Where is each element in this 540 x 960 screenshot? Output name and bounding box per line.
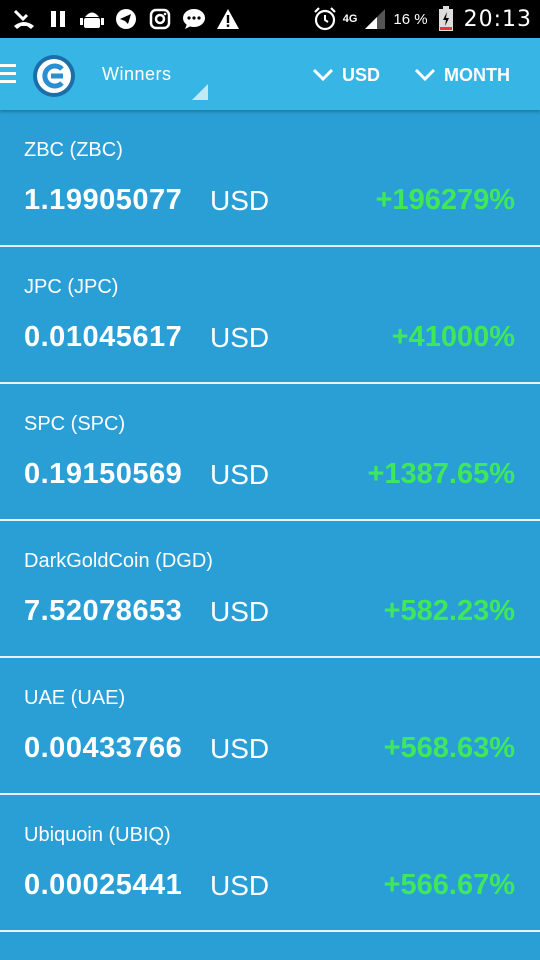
filter-label: Winners xyxy=(102,64,172,84)
coin-row[interactable]: UAE (UAE) 0.00433766 USD +568.63% xyxy=(0,658,540,795)
app-logo[interactable] xyxy=(32,54,76,98)
filter-dropdown[interactable]: Winners xyxy=(88,52,212,102)
coin-row[interactable]: Ubiquoin (UBIQ) 0.00025441 USD +566.67% xyxy=(0,795,540,932)
coin-currency: USD xyxy=(210,596,270,627)
signal-icon xyxy=(363,7,387,31)
coin-change: +568.63% xyxy=(383,732,515,764)
coin-row[interactable]: ZBC (ZBC) 1.19905077 USD +196279% xyxy=(0,110,540,247)
coin-price: 0.00433766 xyxy=(24,732,183,764)
alarm-icon xyxy=(313,7,337,31)
coin-currency: USD xyxy=(210,322,270,353)
coin-change: +196279% xyxy=(375,184,516,216)
coin-currency: USD xyxy=(210,870,270,901)
pause-icon xyxy=(46,7,70,31)
coin-currency: USD xyxy=(210,459,270,490)
coin-name: SPC (SPC) xyxy=(24,413,126,435)
status-bar: 4G 16 % 20:13 xyxy=(0,0,540,38)
warning-icon xyxy=(216,7,240,31)
currency-label: USD xyxy=(342,64,381,85)
battery-icon xyxy=(434,6,458,31)
coin-change: +566.67% xyxy=(383,869,515,901)
telegram-icon xyxy=(114,7,138,31)
app-bar: Winners USD MONTH xyxy=(0,38,540,110)
messenger-icon xyxy=(182,7,206,31)
coin-price: 1.19905077 xyxy=(24,184,183,216)
currency-selector[interactable]: USD xyxy=(312,60,380,90)
coin-currency: USD xyxy=(210,733,270,764)
coin-price: 0.01045617 xyxy=(24,321,183,353)
coin-row[interactable]: DarkGoldCoin (DGD) 7.52078653 USD +582.2… xyxy=(0,521,540,658)
period-selector[interactable]: MONTH xyxy=(414,60,510,90)
coin-name: DarkGoldCoin (DGD) xyxy=(24,550,213,572)
instagram-icon xyxy=(148,7,172,31)
clock: 20:13 xyxy=(463,6,532,32)
missed-call-icon xyxy=(12,7,36,31)
coin-name: ZBC (ZBC) xyxy=(24,139,123,161)
coin-row[interactable]: JPC (JPC) 0.01045617 USD +41000% xyxy=(0,247,540,384)
network-type: 4G xyxy=(342,12,358,25)
dropdown-corner-icon xyxy=(192,84,208,100)
chevron-down-icon xyxy=(312,68,334,82)
menu-icon[interactable] xyxy=(0,64,16,86)
coin-currency: USD xyxy=(210,185,270,216)
chevron-down-icon xyxy=(414,68,436,82)
android-debug-icon xyxy=(80,7,104,31)
period-label: MONTH xyxy=(444,64,510,85)
battery-percent: 16 % xyxy=(393,10,428,28)
system-status: 4G 16 % 20:13 xyxy=(313,5,532,33)
coin-name: UAE (UAE) xyxy=(24,687,126,709)
coin-change: +1387.65% xyxy=(367,458,515,490)
notification-icons xyxy=(12,7,240,31)
coin-name: Ubiquoin (UBIQ) xyxy=(24,824,171,846)
coin-list: ZBC (ZBC) 1.19905077 USD +196279% JPC (J… xyxy=(0,110,540,932)
coin-name: JPC (JPC) xyxy=(24,276,119,298)
coin-price: 7.52078653 xyxy=(24,595,183,627)
coin-row[interactable]: SPC (SPC) 0.19150569 USD +1387.65% xyxy=(0,384,540,521)
coin-change: +41000% xyxy=(391,321,515,353)
coin-price: 0.00025441 xyxy=(24,869,183,901)
coin-change: +582.23% xyxy=(383,595,515,627)
coin-price: 0.19150569 xyxy=(24,458,183,490)
